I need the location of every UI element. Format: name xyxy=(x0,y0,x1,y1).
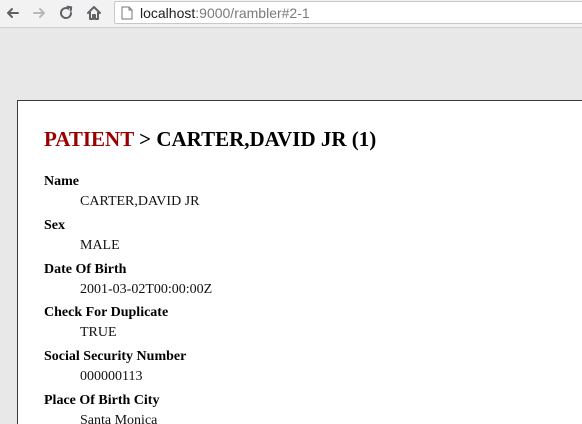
field-value: 2001-03-02T00:00:00Z xyxy=(80,281,213,297)
patient-fields-list: Name CARTER,DAVID JR Sex MALE Date Of Bi… xyxy=(44,173,212,424)
field-label: Date Of Birth xyxy=(44,261,127,277)
field-value: TRUE xyxy=(80,325,117,341)
field-label: Social Security Number xyxy=(44,349,187,365)
field-label: Place Of Birth City xyxy=(44,392,160,408)
page-title: PATIENT > CARTER,DAVID JR (1) xyxy=(44,127,376,152)
field-label: Name xyxy=(44,174,79,189)
back-arrow-icon[interactable] xyxy=(3,3,23,23)
field-date-of-birth: Date Of Birth 2001-03-02T00:00:00Z xyxy=(44,261,212,305)
field-value: Santa Monica xyxy=(80,412,158,424)
field-label: Check For Duplicate xyxy=(44,305,169,321)
forward-arrow-icon[interactable] xyxy=(29,3,49,23)
field-check-for-duplicate: Check For Duplicate TRUE xyxy=(44,304,212,348)
field-label: Sex xyxy=(44,217,65,233)
title-category: PATIENT xyxy=(44,127,134,151)
title-separator: > xyxy=(133,127,157,151)
home-icon[interactable] xyxy=(84,3,104,23)
field-social-security-number: Social Security Number 000000113 xyxy=(44,348,212,392)
field-value: 000000113 xyxy=(80,369,143,385)
browser-toolbar: localhost:9000/rambler#2-1 xyxy=(0,0,582,28)
title-subject: CARTER,DAVID JR (1) xyxy=(156,127,377,151)
field-value: CARTER,DAVID JR xyxy=(80,194,200,209)
url-path: :9000/rambler#2-1 xyxy=(195,5,310,21)
field-place-of-birth-city: Place Of Birth City Santa Monica xyxy=(44,392,212,424)
url-text[interactable]: localhost:9000/rambler#2-1 xyxy=(140,5,310,21)
reload-icon[interactable] xyxy=(56,3,76,23)
url-host: localhost xyxy=(140,5,196,21)
field-value: MALE xyxy=(80,237,120,253)
page-icon xyxy=(121,6,133,20)
field-name: Name CARTER,DAVID JR xyxy=(44,173,212,217)
address-bar[interactable]: localhost:9000/rambler#2-1 xyxy=(114,1,582,24)
field-sex: Sex MALE xyxy=(44,217,212,261)
